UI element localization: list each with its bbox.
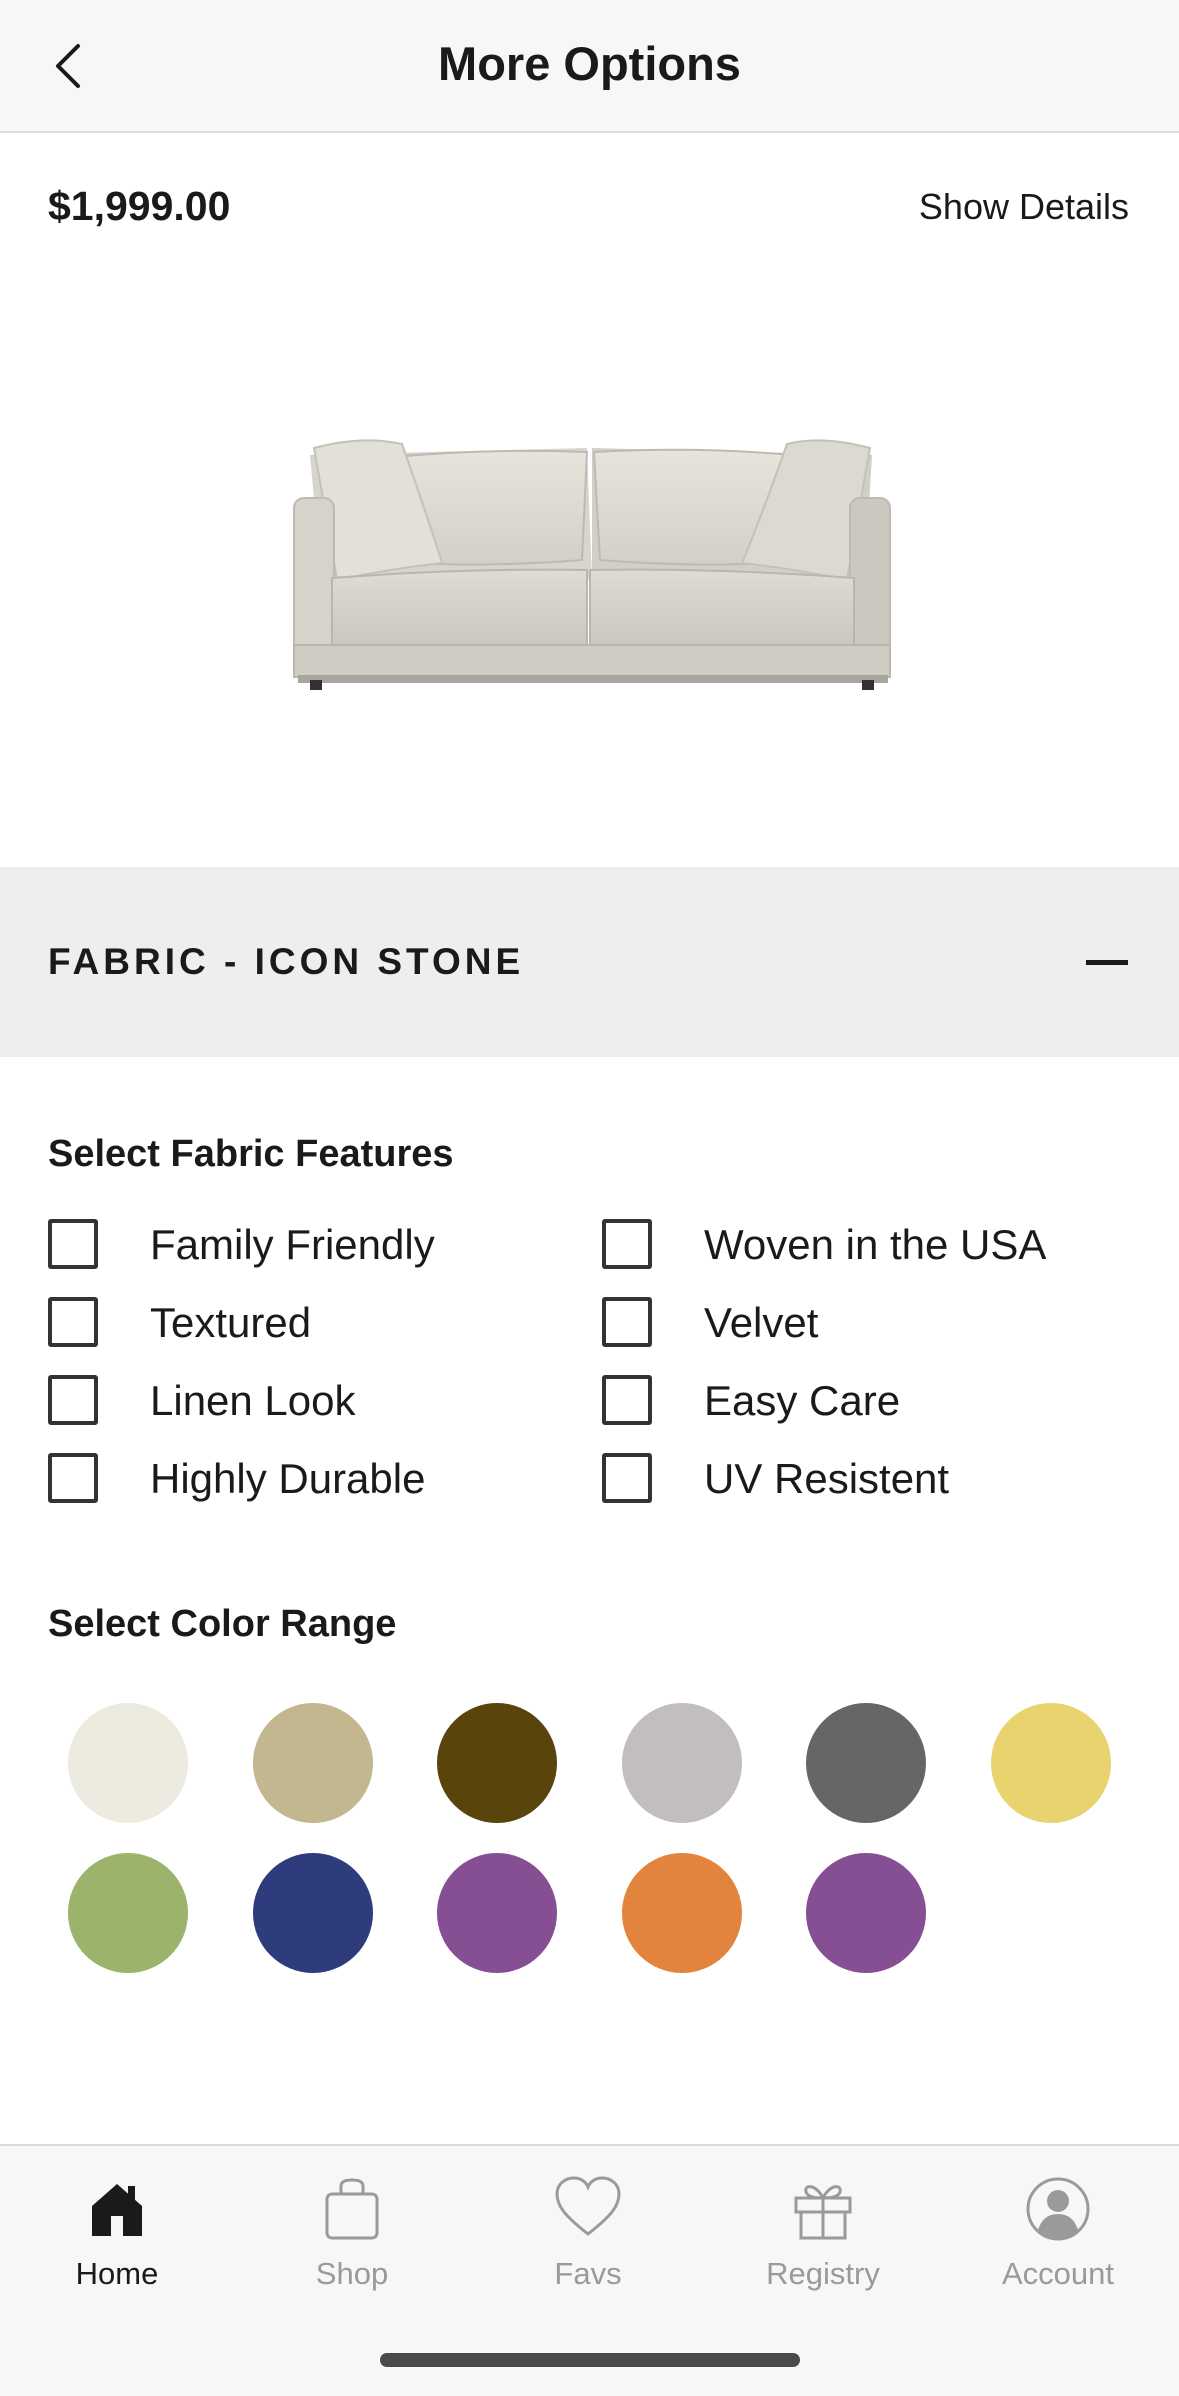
home-indicator	[380, 2353, 800, 2367]
checkbox-icon[interactable]	[602, 1453, 652, 1503]
feature-label: Highly Durable	[150, 1455, 426, 1502]
top-navigation-bar: More Options	[0, 0, 1179, 133]
feature-checkbox-textured[interactable]: Textured	[48, 1297, 528, 1353]
color-swatch[interactable]	[806, 1853, 926, 1973]
feature-label: Woven in the USA	[704, 1221, 1047, 1268]
home-icon	[92, 2184, 142, 2236]
tab-label: Home	[75, 2256, 159, 2291]
feature-checkbox-woven-in-the-usa[interactable]: Woven in the USA	[602, 1219, 1122, 1275]
checkbox-icon[interactable]	[48, 1453, 98, 1503]
minus-icon[interactable]	[1086, 960, 1128, 965]
color-swatch[interactable]	[437, 1853, 557, 1973]
color-swatch[interactable]	[622, 1703, 742, 1823]
checkbox-icon[interactable]	[48, 1297, 98, 1347]
feature-checkbox-easy-care[interactable]: Easy Care	[602, 1375, 1122, 1431]
feature-label: UV Resistent	[704, 1455, 950, 1502]
feature-checkbox-linen-look[interactable]: Linen Look	[48, 1375, 528, 1431]
color-swatch[interactable]	[991, 1703, 1111, 1823]
feature-label: Easy Care	[704, 1377, 901, 1424]
tab-favs[interactable]: Favs	[498, 2176, 678, 2306]
feature-checkbox-velvet[interactable]: Velvet	[602, 1297, 1122, 1353]
tab-label: Favs	[554, 2256, 622, 2291]
checkbox-icon[interactable]	[602, 1219, 652, 1269]
tab-account[interactable]: Account	[968, 2176, 1148, 2306]
color-swatch[interactable]	[253, 1703, 373, 1823]
sofa-image	[293, 439, 891, 690]
tab-home[interactable]: Home	[27, 2176, 207, 2306]
fabric-title: FABRIC - ICON STONE	[48, 941, 525, 982]
feature-label: Textured	[150, 1299, 312, 1346]
color-swatch[interactable]	[68, 1853, 188, 1973]
checkbox-icon[interactable]	[48, 1219, 98, 1269]
color-swatch[interactable]	[253, 1853, 373, 1973]
price: $1,999.00	[48, 183, 231, 229]
feature-label: Family Friendly	[150, 1221, 435, 1268]
feature-checkbox-highly-durable[interactable]: Highly Durable	[48, 1453, 528, 1509]
color-swatch[interactable]	[68, 1703, 188, 1823]
page-title: More Options	[438, 37, 741, 90]
color-swatch[interactable]	[806, 1703, 926, 1823]
tab-registry[interactable]: Registry	[733, 2176, 913, 2306]
color-swatch[interactable]	[622, 1853, 742, 1973]
features-heading: Select Fabric Features	[48, 1133, 454, 1175]
color-swatch[interactable]	[437, 1703, 557, 1823]
tab-label: Shop	[315, 2256, 389, 2291]
show-details-link[interactable]: Show Details	[919, 186, 1129, 228]
tab-label: Registry	[766, 2256, 880, 2291]
checkbox-icon[interactable]	[48, 1375, 98, 1425]
feature-label: Velvet	[704, 1299, 819, 1346]
feature-checkbox-uv-resistent[interactable]: UV Resistent	[602, 1453, 1122, 1509]
feature-label: Linen Look	[150, 1377, 356, 1424]
account-icon	[1026, 2177, 1090, 2241]
tab-shop[interactable]: Shop	[262, 2176, 442, 2306]
heart-icon	[555, 2176, 621, 2236]
gift-icon	[794, 2185, 852, 2240]
color-range-heading: Select Color Range	[48, 1603, 397, 1645]
fabric-accordion-header[interactable]: FABRIC - ICON STONE	[0, 867, 1179, 1057]
tab-label: Account	[1001, 2256, 1114, 2291]
feature-checkbox-family-friendly[interactable]: Family Friendly	[48, 1219, 528, 1275]
checkbox-icon[interactable]	[602, 1297, 652, 1347]
checkbox-icon[interactable]	[602, 1375, 652, 1425]
shopping-bag-icon	[325, 2178, 379, 2240]
